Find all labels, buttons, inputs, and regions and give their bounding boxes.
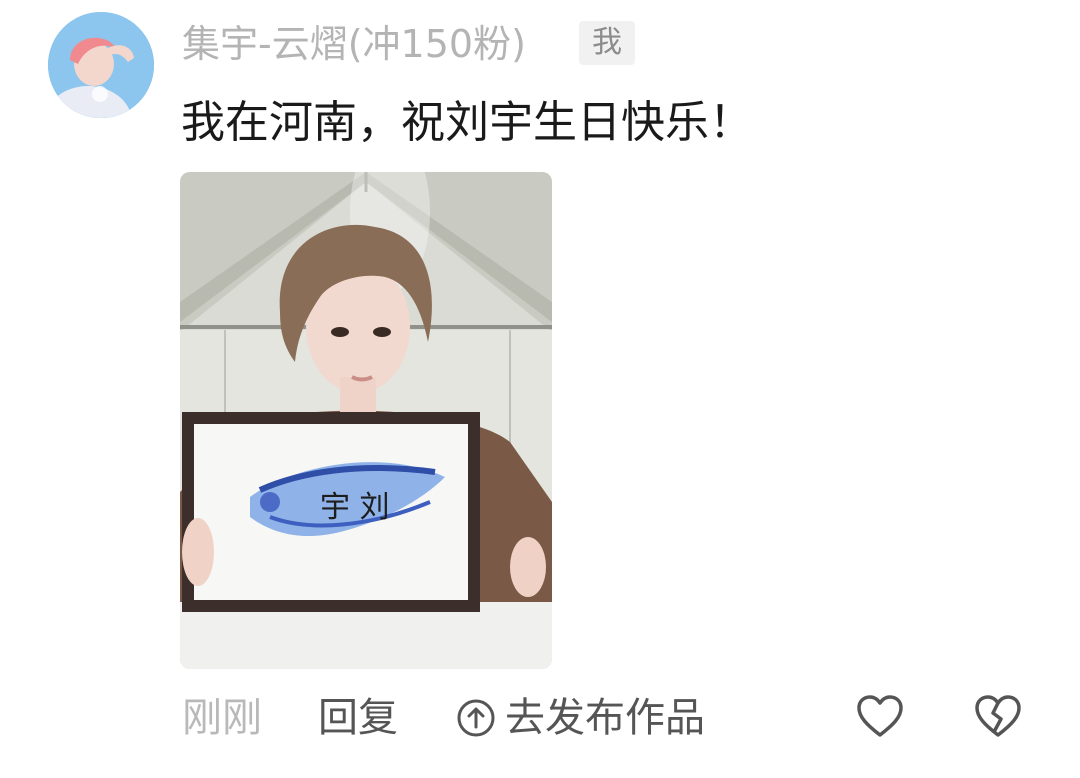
action-bar: 刚刚 回复 去发布作品 xyxy=(0,690,1080,750)
user-avatar[interactable] xyxy=(48,12,154,118)
timestamp: 刚刚 xyxy=(182,695,262,741)
heart-outline-icon xyxy=(857,695,903,737)
attached-photo[interactable]: 宇 刘 xyxy=(180,172,552,669)
self-badge: 我 xyxy=(579,21,635,65)
publish-label: 去发布作品 xyxy=(505,695,705,741)
comment-item: 集宇-云熠(冲150粉) 我 我在河南，祝刘宇生日快乐！ 宇 刘 刚刚 回复 去… xyxy=(0,0,1080,778)
avatar-image xyxy=(48,12,154,118)
dislike-button[interactable] xyxy=(973,692,1023,742)
like-button[interactable] xyxy=(855,692,905,742)
svg-text:宇 刘: 宇 刘 xyxy=(320,490,390,525)
username[interactable]: 集宇-云熠(冲150粉) xyxy=(182,18,526,70)
publish-button[interactable]: 去发布作品 xyxy=(455,690,705,746)
photo-image: 宇 刘 xyxy=(180,172,552,669)
broken-heart-icon xyxy=(975,695,1021,737)
circle-arrow-up-icon xyxy=(457,699,495,737)
comment-text: 我在河南，祝刘宇生日快乐！ xyxy=(181,97,753,148)
reply-button[interactable]: 回复 xyxy=(318,690,398,746)
